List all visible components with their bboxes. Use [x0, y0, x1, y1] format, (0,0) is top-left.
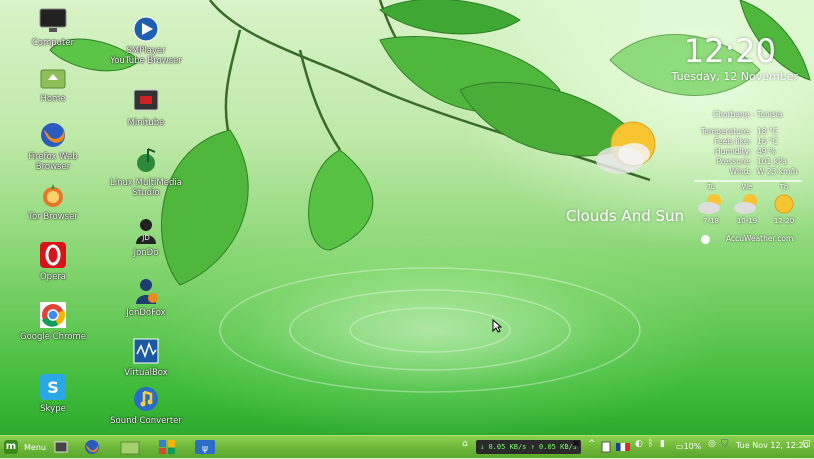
skype-icon: S	[38, 372, 68, 402]
jondo-icon: JD	[131, 216, 161, 246]
weather-detail-row: Humidity: 49 %	[715, 147, 777, 156]
weather-detail-row: Pressure: 101 kPa	[716, 157, 787, 166]
smplayer-icon	[131, 14, 161, 44]
weather-detail-row: Feels like: 16 °C	[714, 137, 778, 146]
desktop-icon-skype[interactable]: S Skype	[13, 372, 93, 414]
desktop-icon-label: Tor Browser	[28, 212, 78, 222]
show-desktop-button[interactable]	[54, 439, 68, 455]
desktop-icon-label: Opera	[39, 272, 67, 282]
desktop-icon-label: JonDoFox	[126, 308, 166, 318]
svg-text:JD: JD	[141, 234, 149, 242]
weather-condition: Clouds And Sun	[566, 207, 685, 225]
desktop-icon-label: Sound Converter	[110, 416, 182, 426]
svg-text:ψ: ψ	[202, 444, 208, 454]
chevron-up-icon[interactable]: ^	[588, 439, 596, 455]
home-folder-icon	[38, 62, 68, 92]
desktop-icon-label: Skype	[40, 404, 66, 414]
desktop-icon-label: Linux MultiMedia Studio	[110, 178, 182, 198]
accuweather-icon	[701, 235, 710, 244]
battery-icon[interactable]: ▭10%	[676, 439, 701, 455]
desktop-icon-label: Home	[40, 94, 66, 104]
menu-button[interactable]: m Menu	[4, 439, 46, 455]
bluetooth-icon[interactable]: ᛒ	[648, 439, 656, 455]
chrome-icon	[38, 300, 68, 330]
mouse-cursor-icon	[492, 318, 503, 337]
taskbar-clock[interactable]: Tue Nov 12, 12:20	[736, 441, 809, 450]
taskbar: m Menu ψ ⌂ ↓ 0.05 KB/s ↑ 0.05 KB/s ✖ ^ ◐…	[0, 435, 814, 458]
network-icon[interactable]: ⌂	[462, 439, 472, 455]
desktop-icon-label: Computer	[31, 38, 75, 48]
keyboard-layout-flag-icon[interactable]	[616, 439, 630, 455]
upload-arrow-icon: ↑	[530, 443, 535, 451]
opera-icon	[38, 240, 68, 270]
desktop-icon-computer[interactable]: Computer	[13, 6, 93, 48]
weather-detail-row: Wind: W 23 km/h	[729, 167, 798, 176]
cloud-sun-icon	[733, 193, 761, 215]
clock-time: 12:20	[683, 32, 776, 70]
desktop-icon-tor[interactable]: Tor Browser	[13, 180, 93, 222]
virtualbox-icon	[131, 336, 161, 366]
desktop-icon-home[interactable]: Home	[13, 62, 93, 104]
desktop-icon-opera[interactable]: Opera	[13, 240, 93, 282]
desktop-icon-jondofox[interactable]: JonDoFox	[106, 276, 186, 318]
desktop-icon-sound-converter[interactable]: Sound Converter	[106, 384, 186, 426]
forecast-day: We 10-19	[730, 183, 764, 225]
desktop-icon-label: JonDo	[133, 248, 159, 258]
network-monitor[interactable]: ↓ 0.05 KB/s ↑ 0.05 KB/s	[476, 440, 581, 454]
weather-separator	[694, 180, 802, 182]
monitor-icon	[38, 6, 68, 36]
notifications-icon[interactable]: ▢	[802, 439, 812, 455]
weather-details: Temperature: 18 °C Feels like: 16 °C Humid…	[696, 127, 798, 177]
firefox-launcher[interactable]	[82, 439, 102, 455]
wifi-icon[interactable]: ◎	[708, 439, 718, 455]
tor-onion-icon	[38, 180, 68, 210]
desktop-icon-minitube[interactable]: Minitube	[106, 86, 186, 128]
desktop-icon-jondo[interactable]: JD JonDo	[106, 216, 186, 258]
volume-icon[interactable]: ◐	[635, 439, 645, 455]
signal-icon[interactable]: ▮	[660, 439, 670, 455]
desktop-icon-label: Firefox Web Browser	[28, 152, 78, 172]
sun-icon	[770, 193, 798, 215]
desktop-icon-label: Google Chrome	[19, 332, 87, 342]
weather-main-icon	[588, 112, 668, 196]
weather-location: Chorbane - Tunisia	[713, 110, 783, 119]
mint-logo-icon: m	[4, 440, 18, 454]
forecast-day: Tu 7-18	[694, 183, 728, 225]
sound-converter-icon	[131, 384, 161, 414]
desktop-icon-lmms[interactable]: Linux MultiMedia Studio	[106, 146, 186, 198]
clock-date: Tuesday, 12 November	[671, 70, 798, 83]
cloud-sun-icon	[697, 193, 725, 215]
close-icon[interactable]: ✖	[572, 439, 582, 455]
weather-source: AccuWeather.com	[726, 234, 794, 243]
net-down-speed: 0.05 KB/s	[488, 443, 527, 451]
battery-percent: 10%	[683, 442, 702, 451]
software-center-launcher[interactable]: ψ	[194, 439, 216, 455]
software-launcher[interactable]	[157, 439, 177, 455]
weather-detail-row: Temperature: 18 °C	[700, 127, 778, 136]
desktop-icon-label: SMPlayer YouTube Browser	[110, 46, 182, 66]
firefox-icon	[38, 120, 68, 150]
files-launcher[interactable]	[120, 439, 140, 455]
desktop-icon-label: VirtualBox	[124, 368, 168, 378]
desktop-icon-chrome[interactable]: Google Chrome	[13, 300, 93, 342]
document-icon[interactable]	[601, 439, 611, 455]
desktop-icon-virtualbox[interactable]: VirtualBox	[106, 336, 186, 378]
desktop-icon-label: Minitube	[127, 118, 165, 128]
shield-icon[interactable]: ⛉	[721, 439, 731, 455]
desktop-icon-smplayer[interactable]: SMPlayer YouTube Browser	[106, 14, 186, 66]
jondofox-icon	[131, 276, 161, 306]
forecast-day: Th 12-20	[767, 183, 801, 225]
desktop-icon-firefox[interactable]: Firefox Web Browser	[13, 120, 93, 172]
lmms-icon	[131, 146, 161, 176]
svg-text:S: S	[47, 378, 59, 397]
download-arrow-icon: ↓	[480, 443, 485, 451]
minitube-icon	[131, 86, 161, 116]
